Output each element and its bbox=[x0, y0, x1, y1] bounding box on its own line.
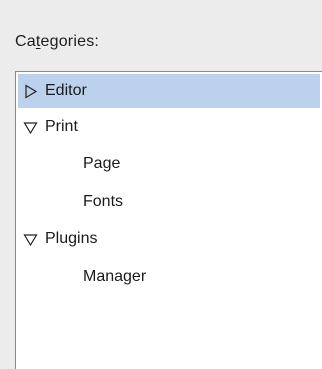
categories-tree[interactable]: Editor Print Page Fonts Plugins Manager bbox=[15, 71, 322, 369]
tree-item-editor[interactable]: Editor bbox=[18, 74, 320, 108]
tree-item-manager[interactable]: Manager bbox=[18, 260, 320, 294]
tree-item-label: Fonts bbox=[83, 193, 124, 210]
tree-item-fonts[interactable]: Fonts bbox=[18, 185, 320, 219]
tree-item-label: Print bbox=[45, 118, 78, 135]
tree-item-label: Plugins bbox=[45, 230, 98, 247]
collapse-triangle-icon[interactable] bbox=[23, 120, 38, 135]
tree-item-label: Manager bbox=[83, 268, 147, 285]
collapse-triangle-icon[interactable] bbox=[23, 232, 38, 247]
categories-label: Categories: bbox=[15, 33, 100, 50]
tree-item-page[interactable]: Page bbox=[18, 147, 320, 181]
tree-item-print[interactable]: Print bbox=[18, 110, 320, 144]
expand-triangle-icon[interactable] bbox=[23, 84, 38, 99]
tree-item-plugins[interactable]: Plugins bbox=[18, 222, 320, 256]
tree-item-label: Page bbox=[83, 155, 121, 172]
tree-item-label: Editor bbox=[45, 82, 87, 99]
